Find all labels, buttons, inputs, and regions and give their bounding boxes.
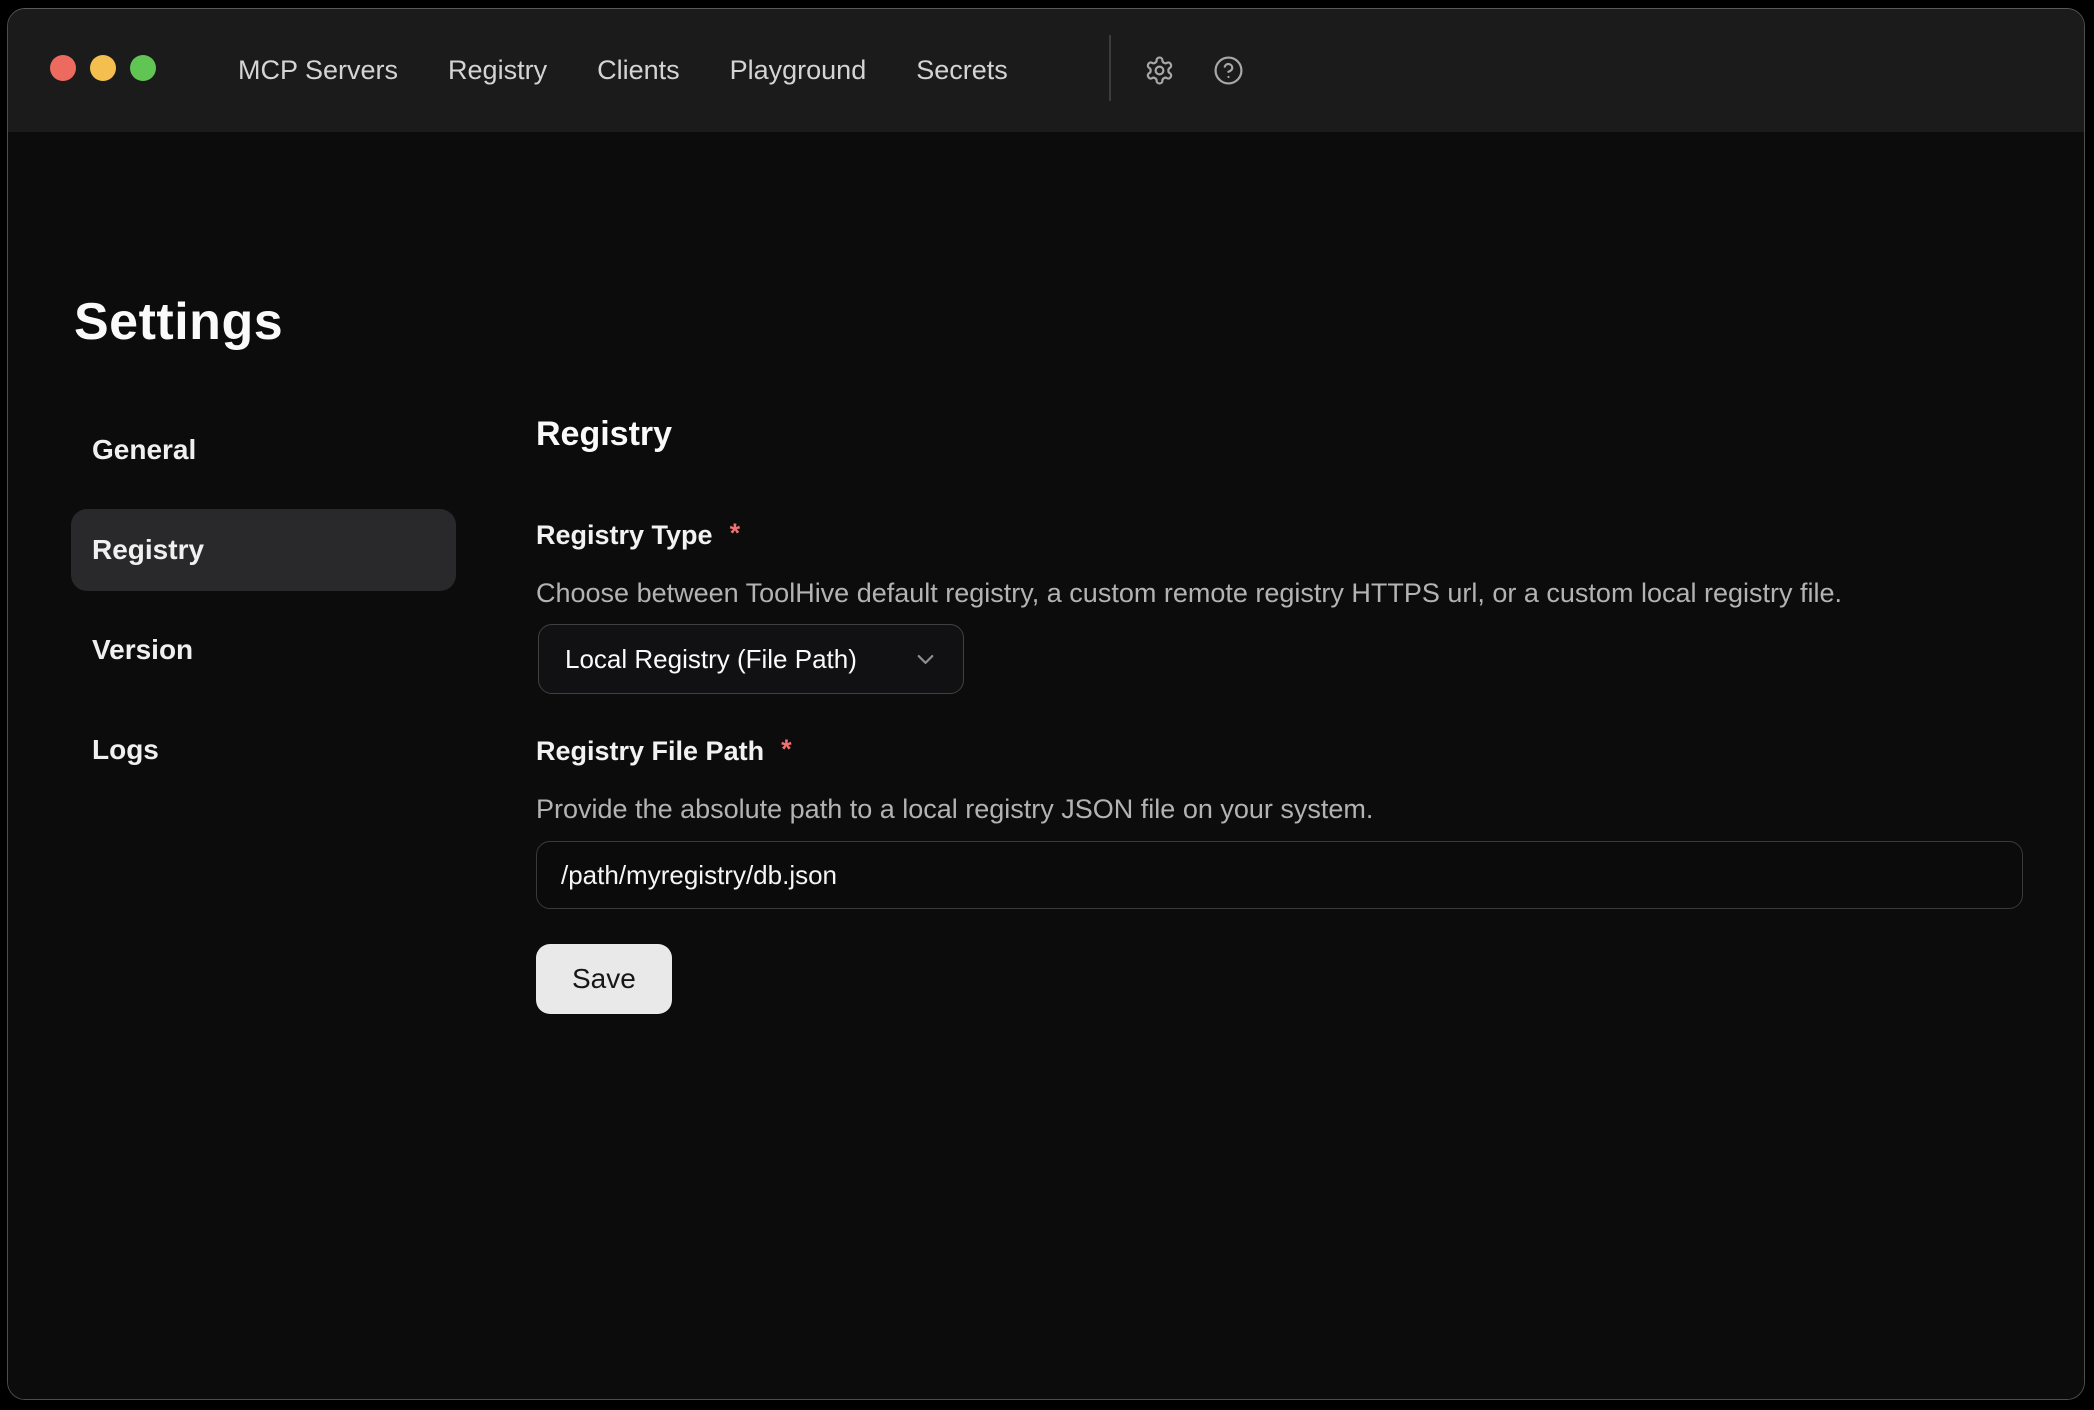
required-marker: * xyxy=(781,734,792,764)
registry-file-path-description: Provide the absolute path to a local reg… xyxy=(536,792,1373,826)
minimize-window-button[interactable] xyxy=(90,55,116,81)
top-navigation: MCP Servers Registry Clients Playground … xyxy=(238,9,1008,132)
settings-page: Settings General Registry Version Logs R… xyxy=(8,132,2084,1400)
sidebar-item-general[interactable]: General xyxy=(71,409,456,491)
registry-file-path-input[interactable] xyxy=(536,841,2023,909)
zoom-window-button[interactable] xyxy=(130,55,156,81)
screenshot-stage: MCP Servers Registry Clients Playground … xyxy=(0,0,2094,1410)
settings-button[interactable] xyxy=(1137,9,1181,132)
registry-type-select[interactable]: Local Registry (File Path) xyxy=(538,624,964,694)
registry-type-label-row: Registry Type * xyxy=(536,518,740,552)
titlebar: MCP Servers Registry Clients Playground … xyxy=(8,9,2084,132)
panel-heading: Registry xyxy=(536,412,672,456)
help-button[interactable] xyxy=(1206,9,1250,132)
chevron-down-icon xyxy=(912,646,939,673)
settings-sidebar: General Registry Version Logs xyxy=(71,409,456,809)
save-button[interactable]: Save xyxy=(536,944,672,1014)
nav-item-secrets[interactable]: Secrets xyxy=(916,57,1008,84)
page-title: Settings xyxy=(74,290,283,354)
nav-item-clients[interactable]: Clients xyxy=(597,57,680,84)
nav-divider xyxy=(1109,35,1111,101)
nav-item-registry[interactable]: Registry xyxy=(448,57,547,84)
registry-type-description: Choose between ToolHive default registry… xyxy=(536,576,1842,610)
required-marker: * xyxy=(730,518,741,548)
window-controls xyxy=(50,55,156,81)
registry-type-label: Registry Type xyxy=(536,518,713,552)
registry-type-selected-value: Local Registry (File Path) xyxy=(565,644,912,675)
sidebar-item-logs[interactable]: Logs xyxy=(71,709,456,791)
sidebar-item-registry[interactable]: Registry xyxy=(71,509,456,591)
sidebar-item-version[interactable]: Version xyxy=(71,609,456,691)
close-window-button[interactable] xyxy=(50,55,76,81)
registry-settings-panel: Registry Registry Type * Choose between … xyxy=(536,132,2023,1400)
nav-item-mcp-servers[interactable]: MCP Servers xyxy=(238,57,398,84)
gear-icon xyxy=(1144,55,1175,86)
nav-item-playground[interactable]: Playground xyxy=(730,57,867,84)
registry-file-path-label-row: Registry File Path * xyxy=(536,734,792,768)
registry-file-path-label: Registry File Path xyxy=(536,734,764,768)
help-circle-icon xyxy=(1213,55,1244,86)
app-window: MCP Servers Registry Clients Playground … xyxy=(7,8,2085,1400)
